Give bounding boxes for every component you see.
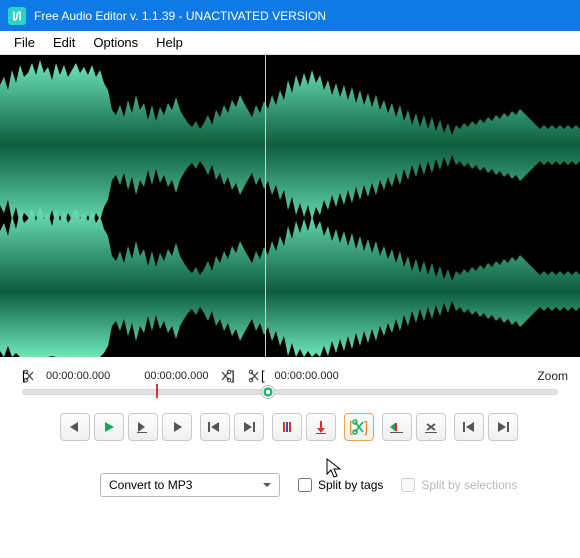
output-format-select[interactable]: Convert to MP3 bbox=[100, 473, 280, 497]
selection-end-icon: ] bbox=[220, 369, 236, 383]
go-to-start-button[interactable] bbox=[454, 413, 484, 441]
convert-bar: Convert to MP3 Split by tags Split by se… bbox=[0, 441, 580, 497]
add-marker-button[interactable] bbox=[272, 413, 302, 441]
selection-marker[interactable] bbox=[156, 384, 158, 398]
menu-file[interactable]: File bbox=[6, 33, 43, 52]
playhead-thumb[interactable] bbox=[261, 385, 275, 399]
step-forward-button[interactable] bbox=[162, 413, 192, 441]
selection-end-time: 00:00:00.000 bbox=[144, 370, 208, 382]
zoom-label: Zoom bbox=[537, 369, 568, 383]
titlebar: Free Audio Editor v. 1.1.39 - UNACTIVATE… bbox=[0, 0, 580, 31]
play-selection-button[interactable] bbox=[128, 413, 158, 441]
split-by-selections-checkbox[interactable]: Split by selections bbox=[401, 478, 517, 492]
cursor-scissor-icon: [ bbox=[248, 369, 266, 383]
delete-selection-button[interactable] bbox=[416, 413, 446, 441]
menu-help[interactable]: Help bbox=[148, 33, 191, 52]
waveform-display[interactable] bbox=[0, 55, 580, 357]
menubar: File Edit Options Help bbox=[0, 31, 580, 55]
cursor-time: 00:00:00.000 bbox=[274, 370, 338, 382]
menu-edit[interactable]: Edit bbox=[45, 33, 83, 52]
split-by-tags-label: Split by tags bbox=[318, 478, 383, 492]
app-icon bbox=[8, 7, 26, 25]
transport-toolbar: [] bbox=[0, 405, 580, 441]
skip-start-button[interactable] bbox=[200, 413, 230, 441]
selection-start-icon: [ bbox=[22, 369, 38, 383]
set-marker-down-button[interactable] bbox=[306, 413, 336, 441]
svg-text:]: ] bbox=[364, 419, 368, 435]
trim-left-button[interactable] bbox=[382, 413, 412, 441]
selection-start-time: 00:00:00.000 bbox=[46, 370, 110, 382]
play-button[interactable] bbox=[94, 413, 124, 441]
time-indicator-bar: [ 00:00:00.000 00:00:00.000 ] [ 00:00:00… bbox=[0, 357, 580, 385]
timeline-slider[interactable] bbox=[0, 385, 580, 405]
step-back-button[interactable] bbox=[60, 413, 90, 441]
window-title: Free Audio Editor v. 1.1.39 - UNACTIVATE… bbox=[34, 9, 326, 23]
cut-selection-button[interactable]: [] bbox=[344, 413, 374, 441]
split-by-tags-checkbox[interactable]: Split by tags bbox=[298, 478, 383, 492]
skip-end-button[interactable] bbox=[234, 413, 264, 441]
menu-options[interactable]: Options bbox=[85, 33, 146, 52]
svg-text:[: [ bbox=[261, 369, 265, 383]
output-format-value: Convert to MP3 bbox=[109, 478, 192, 492]
go-to-end-button[interactable] bbox=[488, 413, 518, 441]
playhead-line bbox=[265, 55, 266, 357]
split-by-selections-label: Split by selections bbox=[421, 478, 517, 492]
svg-text:]: ] bbox=[231, 369, 235, 383]
